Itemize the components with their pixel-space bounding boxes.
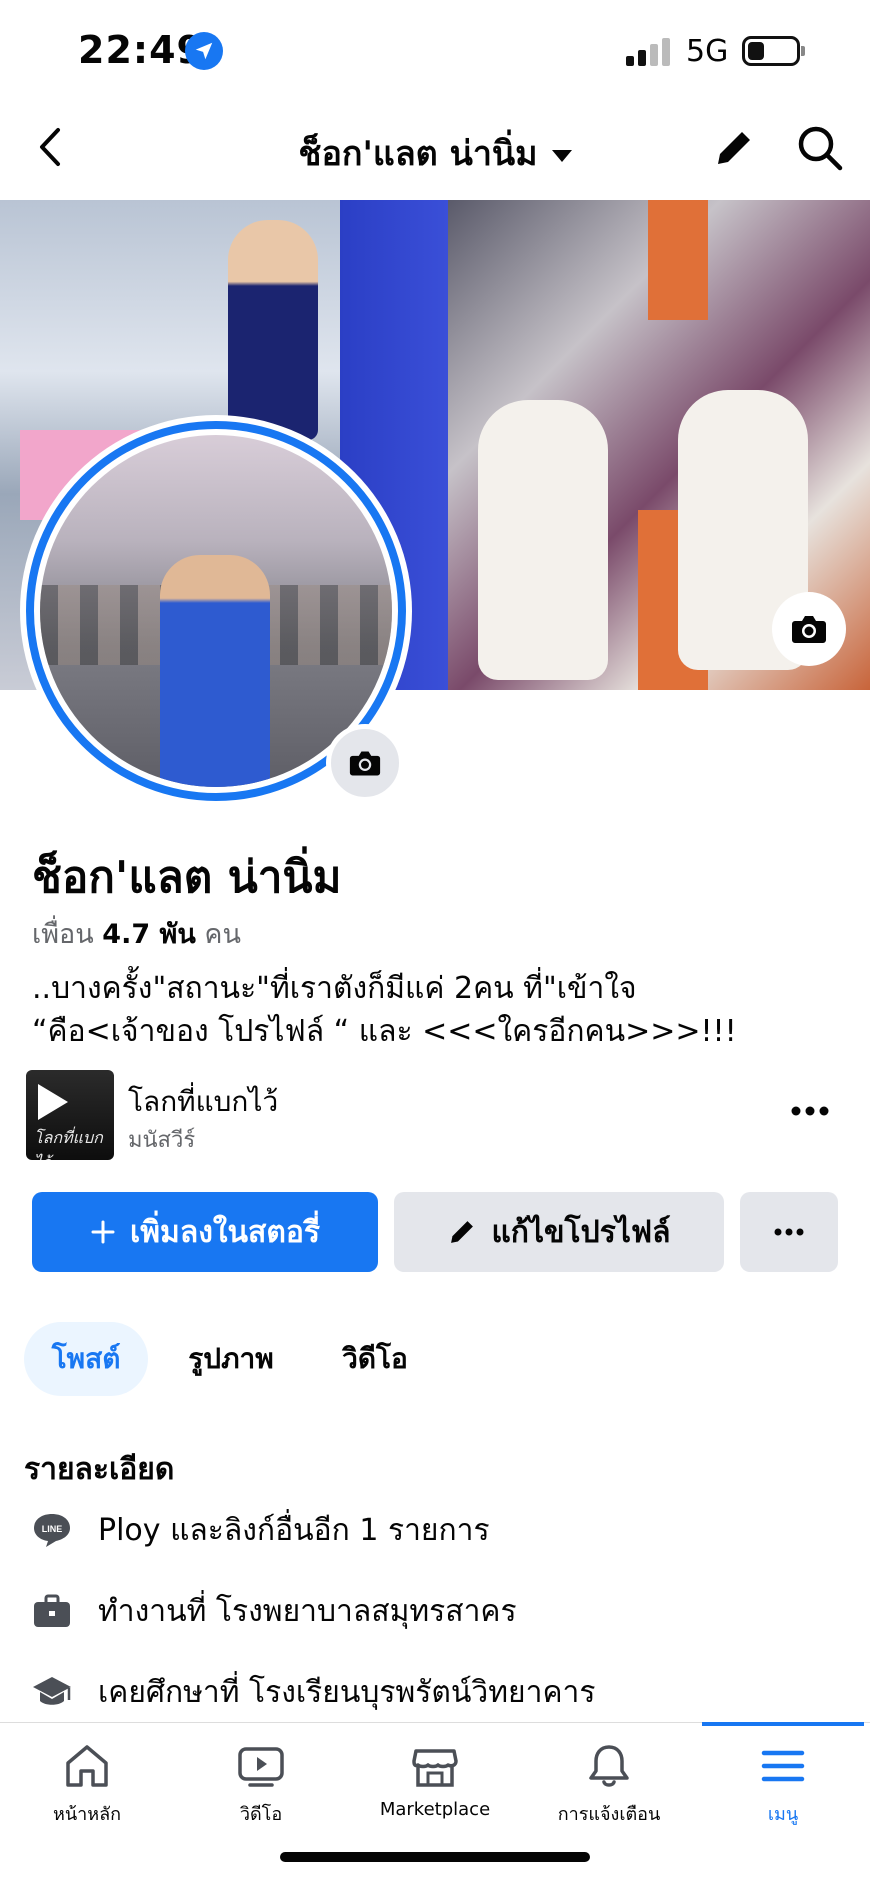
- friends-label: เพื่อน: [32, 919, 94, 950]
- detail-text-education: เคยศึกษาที่ โรงเรียนบุรพรัตน์วิทยาคาร: [98, 1674, 596, 1710]
- tab-videos[interactable]: วิดีโอ: [318, 1322, 432, 1396]
- menu-icon: [761, 1750, 805, 1782]
- video-icon: [238, 1747, 284, 1787]
- bio-line-1: ..บางครั้ง"สถานะ"ที่เราตังก็มีแค่ 2คน ที…: [32, 971, 637, 1006]
- camera-icon: [349, 751, 381, 776]
- bio-line-2: “คือ<เจ้าของ โปรไฟล์ “ และ <<<ใครอีกคน>>…: [32, 1014, 737, 1049]
- play-icon: [38, 1084, 68, 1120]
- search-button[interactable]: [796, 124, 844, 172]
- nav-notifications[interactable]: การแจ้งเตือน: [522, 1741, 696, 1828]
- nav-notifications-label: การแจ้งเตือน: [557, 1804, 661, 1825]
- line-icon: LINE: [30, 1508, 74, 1552]
- home-indicator[interactable]: [280, 1852, 590, 1862]
- add-to-story-button[interactable]: เพิ่มลงในสตอรี่: [32, 1192, 378, 1272]
- marketplace-icon: [412, 1749, 458, 1787]
- tab-photos[interactable]: รูปภาพ: [166, 1322, 296, 1396]
- bell-icon: [589, 1745, 629, 1787]
- detail-row-links[interactable]: LINE Ploy และลิงก์อื่นอีก 1 รายการ: [30, 1505, 490, 1555]
- music-artist: มนัสวีร์: [128, 1128, 196, 1153]
- nav-video[interactable]: วิดีโอ: [174, 1741, 348, 1828]
- nav-marketplace-label: Marketplace: [379, 1799, 491, 1820]
- nav-menu[interactable]: เมนู: [696, 1741, 870, 1828]
- plus-icon: [90, 1219, 116, 1245]
- svg-text:LINE: LINE: [42, 1524, 63, 1534]
- profile-name: ช็อก'แลต น่านิ่ม: [32, 852, 342, 903]
- detail-text-work: ทำงานที่ โรงพยาบาลสมุทรสาคร: [98, 1593, 517, 1629]
- nav-video-label: วิดีโอ: [239, 1804, 283, 1825]
- home-icon: [66, 1745, 108, 1787]
- graduation-cap-icon: [30, 1670, 74, 1714]
- detail-row-work: ทำงานที่ โรงพยาบาลสมุทรสาคร: [30, 1586, 517, 1636]
- pencil-icon: [447, 1217, 477, 1247]
- tab-posts[interactable]: โพสต์: [24, 1322, 148, 1396]
- location-arrow-icon: [185, 32, 223, 70]
- more-dots-icon: [791, 1106, 829, 1116]
- music-album-art[interactable]: โลกที่แบกไว้: [26, 1070, 114, 1160]
- edit-profile-label: แก้ไขโปรไฟล์: [491, 1214, 671, 1250]
- nav-home-label: หน้าหลัก: [52, 1804, 122, 1825]
- cover-camera-button[interactable]: [772, 592, 846, 666]
- details-heading: รายละเอียด: [24, 1452, 175, 1487]
- music-more-button[interactable]: [790, 1102, 830, 1116]
- detail-row-education: เคยศึกษาที่ โรงเรียนบุรพรัตน์วิทยาคาร: [30, 1667, 595, 1717]
- caret-down-icon: [551, 149, 572, 162]
- album-art-text: โลกที่แบกไว้: [34, 1128, 103, 1160]
- nav-title-text: ช็อก'แลต น่านิ่ม: [298, 134, 538, 174]
- network-type: 5G: [686, 34, 729, 69]
- nav-marketplace[interactable]: Marketplace: [348, 1741, 522, 1820]
- music-title[interactable]: โลกที่แบกไว้: [128, 1080, 278, 1124]
- edit-pencil-button[interactable]: [712, 126, 756, 170]
- active-tab-indicator: [702, 1722, 864, 1726]
- add-to-story-label: เพิ่มลงในสตอรี่: [130, 1214, 320, 1250]
- signal-icon: [626, 36, 672, 66]
- friends-count[interactable]: เพื่อน 4.7 พัน คน: [32, 912, 241, 955]
- battery-icon: [742, 36, 800, 66]
- more-dots-icon: [774, 1228, 804, 1236]
- detail-text-links: Ploy และลิงก์อื่นอีก 1 รายการ: [98, 1512, 490, 1548]
- briefcase-icon: [30, 1589, 74, 1633]
- nav-menu-label: เมนู: [767, 1804, 799, 1825]
- battery-cap: [801, 46, 805, 56]
- avatar-camera-button[interactable]: [326, 724, 404, 802]
- camera-icon: [792, 616, 826, 643]
- nav-home[interactable]: หน้าหลัก: [0, 1741, 174, 1828]
- friends-unit: คน: [204, 919, 241, 950]
- edit-profile-button[interactable]: แก้ไขโปรไฟล์: [394, 1192, 724, 1272]
- profile-more-button[interactable]: [740, 1192, 838, 1272]
- friends-number: 4.7 พัน: [102, 919, 196, 950]
